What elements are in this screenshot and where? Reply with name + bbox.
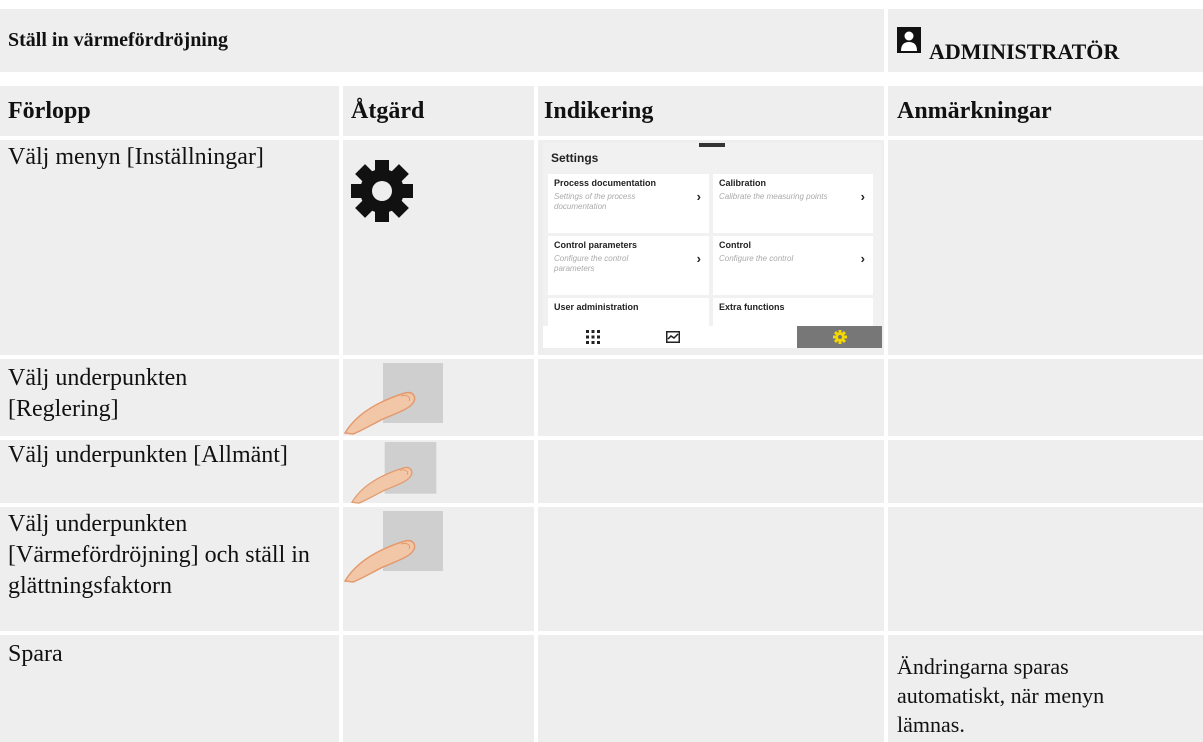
table-row-4-remark (888, 507, 1203, 631)
table-row-5-step: Spara (0, 635, 339, 742)
chart-icon (666, 331, 680, 343)
finger-tap-icon (350, 442, 437, 504)
chevron-right-icon: › (696, 251, 701, 266)
col-header-indikering: Indikering (538, 86, 884, 136)
page-title: Ställ in värmefördröjning (8, 29, 228, 51)
table-row-2-action (343, 359, 534, 436)
tile-calibration[interactable]: Calibration Calibrate the measuring poin… (713, 174, 873, 233)
instruction-table: Ställ in värmefördröjning ADMINISTRATÖR … (0, 0, 1203, 742)
table-row-1-step: Välj menyn [Inställningar] (0, 140, 339, 355)
table-row-5-remark: Ändringarna sparas automatiskt, när meny… (888, 635, 1203, 742)
table-row-3-action (343, 440, 534, 504)
header-title-cell: Ställ in värmefördröjning (0, 9, 884, 72)
nav-grid-button[interactable] (543, 326, 643, 348)
col-header-anmarkningar: Anmärkningar (888, 86, 1203, 136)
screen-top-indicator (699, 143, 725, 147)
chevron-right-icon: › (860, 251, 865, 266)
role-label: ADMINISTRATÖR (929, 39, 1120, 64)
finger-tap-icon (343, 511, 443, 583)
tile-control-parameters[interactable]: Control parameters Configure the control… (548, 236, 709, 295)
table-row-4-indication (538, 507, 884, 631)
table-row-3-remark (888, 440, 1203, 503)
tile-process-documentation[interactable]: Process documentation Settings of the pr… (548, 174, 709, 233)
tile-user-administration[interactable]: User administration (548, 298, 709, 326)
header-role-cell: ADMINISTRATÖR (888, 9, 1203, 72)
finger-tap-icon (343, 363, 443, 435)
screen-title: Settings (551, 151, 599, 165)
grid-icon (586, 330, 600, 344)
table-row-4-step: Välj underpunkten [Värmefördröjning] och… (0, 507, 339, 631)
tile-control[interactable]: Control Configure the control › (713, 236, 873, 295)
table-row-2-step: Välj underpunkten [Reglering] (0, 359, 339, 436)
table-row-2-indication (538, 359, 884, 436)
gear-icon (832, 330, 847, 344)
table-row-1-remark (888, 140, 1203, 355)
col-header-forlopp: Förlopp (0, 86, 339, 136)
table-row-3-indication (538, 440, 884, 503)
col-header-atgard: Åtgärd (343, 86, 534, 136)
table-row-5-indication (538, 635, 884, 742)
tile-extra-functions[interactable]: Extra functions (713, 298, 873, 326)
bottom-nav-bar (543, 326, 882, 348)
table-row-2-remark (888, 359, 1203, 436)
nav-chart-button[interactable] (643, 326, 703, 348)
chevron-right-icon: › (860, 189, 865, 204)
table-row-1-action (343, 140, 534, 355)
gear-icon (351, 160, 413, 222)
settings-screen-preview: Settings Process documentation Settings … (543, 143, 882, 348)
table-row-4-action (343, 507, 534, 631)
table-row-3-step: Välj underpunkten [Allmänt] (0, 440, 339, 503)
person-icon (897, 27, 921, 53)
chevron-right-icon: › (696, 189, 701, 204)
nav-settings-button[interactable] (797, 326, 882, 348)
table-row-5-action (343, 635, 534, 742)
